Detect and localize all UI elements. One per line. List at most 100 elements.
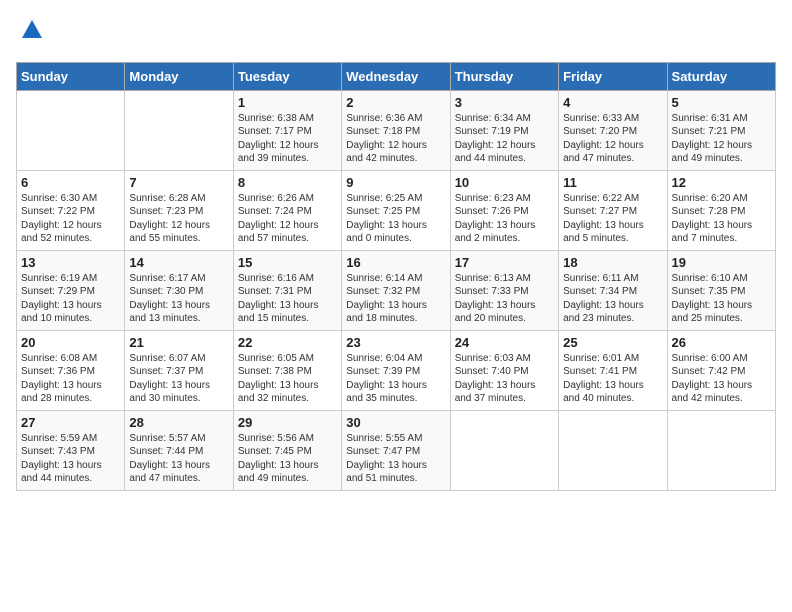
day-info: Sunrise: 6:17 AM Sunset: 7:30 PM Dayligh… xyxy=(129,272,228,326)
calendar-cell: 27 Sunrise: 5:59 AM Sunset: 7:43 PM Dayli… xyxy=(17,410,125,490)
day-info: Sunrise: 6:14 AM Sunset: 7:32 PM Dayligh… xyxy=(346,272,445,326)
calendar-cell: 8 Sunrise: 6:26 AM Sunset: 7:24 PM Daylig… xyxy=(233,170,341,250)
day-info: Sunrise: 6:23 AM Sunset: 7:26 PM Dayligh… xyxy=(455,192,554,246)
day-number: 13 xyxy=(21,255,120,270)
calendar-cell: 30Sunrise: 5:55 AM Sunset: 7:47 PM Dayli… xyxy=(342,410,450,490)
day-info: Sunrise: 6:19 AM Sunset: 7:29 PM Dayligh… xyxy=(21,272,120,326)
calendar-cell: 17Sunrise: 6:13 AM Sunset: 7:33 PM Dayli… xyxy=(450,250,558,330)
day-number: 22 xyxy=(238,335,337,350)
calendar-cell: 24 Sunrise: 6:03 AM Sunset: 7:40 PM Dayli… xyxy=(450,330,558,410)
col-header-saturday: Saturday xyxy=(667,62,775,90)
day-info: Sunrise: 5:59 AM Sunset: 7:43 PM Dayligh… xyxy=(21,432,120,486)
calendar-cell: 5 Sunrise: 6:31 AM Sunset: 7:21 PM Daylig… xyxy=(667,90,775,170)
day-info: Sunrise: 5:56 AM Sunset: 7:45 PM Dayligh… xyxy=(238,432,337,486)
calendar-cell: 29 Sunrise: 5:56 AM Sunset: 7:45 PM Dayli… xyxy=(233,410,341,490)
day-info: Sunrise: 6:22 AM Sunset: 7:27 PM Dayligh… xyxy=(563,192,662,246)
day-number: 26 xyxy=(672,335,771,350)
day-number: 11 xyxy=(563,175,662,190)
calendar-cell xyxy=(667,410,775,490)
calendar-cell: 9 Sunrise: 6:25 AM Sunset: 7:25 PM Daylig… xyxy=(342,170,450,250)
calendar-cell: 16Sunrise: 6:14 AM Sunset: 7:32 PM Dayli… xyxy=(342,250,450,330)
day-number: 27 xyxy=(21,415,120,430)
day-number: 18 xyxy=(563,255,662,270)
calendar-cell xyxy=(450,410,558,490)
day-info: Sunrise: 6:16 AM Sunset: 7:31 PM Dayligh… xyxy=(238,272,337,326)
calendar-cell: 28 Sunrise: 5:57 AM Sunset: 7:44 PM Dayli… xyxy=(125,410,233,490)
day-number: 23 xyxy=(346,335,445,350)
day-number: 9 xyxy=(346,175,445,190)
day-info: Sunrise: 6:00 AM Sunset: 7:42 PM Dayligh… xyxy=(672,352,771,406)
day-info: Sunrise: 6:04 AM Sunset: 7:39 PM Dayligh… xyxy=(346,352,445,406)
day-info: Sunrise: 6:31 AM Sunset: 7:21 PM Dayligh… xyxy=(672,112,771,166)
calendar-cell: 10 Sunrise: 6:23 AM Sunset: 7:26 PM Dayli… xyxy=(450,170,558,250)
day-info: Sunrise: 6:38 AM Sunset: 7:17 PM Dayligh… xyxy=(238,112,337,166)
calendar-cell: 11 Sunrise: 6:22 AM Sunset: 7:27 PM Dayli… xyxy=(559,170,667,250)
col-header-monday: Monday xyxy=(125,62,233,90)
page-header xyxy=(16,16,776,50)
day-number: 29 xyxy=(238,415,337,430)
day-number: 21 xyxy=(129,335,228,350)
day-info: Sunrise: 5:57 AM Sunset: 7:44 PM Dayligh… xyxy=(129,432,228,486)
day-info: Sunrise: 6:03 AM Sunset: 7:40 PM Dayligh… xyxy=(455,352,554,406)
calendar-cell: 23 Sunrise: 6:04 AM Sunset: 7:39 PM Dayli… xyxy=(342,330,450,410)
calendar-cell: 14 Sunrise: 6:17 AM Sunset: 7:30 PM Dayli… xyxy=(125,250,233,330)
calendar-cell: 20Sunrise: 6:08 AM Sunset: 7:36 PM Dayli… xyxy=(17,330,125,410)
day-number: 14 xyxy=(129,255,228,270)
calendar-week-4: 20Sunrise: 6:08 AM Sunset: 7:36 PM Dayli… xyxy=(17,330,776,410)
calendar-cell: 3 Sunrise: 6:34 AM Sunset: 7:19 PM Daylig… xyxy=(450,90,558,170)
day-number: 30 xyxy=(346,415,445,430)
day-number: 15 xyxy=(238,255,337,270)
day-number: 5 xyxy=(672,95,771,110)
day-info: Sunrise: 6:36 AM Sunset: 7:18 PM Dayligh… xyxy=(346,112,445,166)
day-number: 20 xyxy=(21,335,120,350)
day-number: 8 xyxy=(238,175,337,190)
day-number: 12 xyxy=(672,175,771,190)
col-header-wednesday: Wednesday xyxy=(342,62,450,90)
calendar-cell: 22 Sunrise: 6:05 AM Sunset: 7:38 PM Dayli… xyxy=(233,330,341,410)
calendar-cell: 15 Sunrise: 6:16 AM Sunset: 7:31 PM Dayli… xyxy=(233,250,341,330)
calendar-cell: 1 Sunrise: 6:38 AM Sunset: 7:17 PM Daylig… xyxy=(233,90,341,170)
day-info: Sunrise: 6:34 AM Sunset: 7:19 PM Dayligh… xyxy=(455,112,554,166)
day-number: 3 xyxy=(455,95,554,110)
calendar-cell: 21 Sunrise: 6:07 AM Sunset: 7:37 PM Dayli… xyxy=(125,330,233,410)
calendar-cell: 4Sunrise: 6:33 AM Sunset: 7:20 PM Daylig… xyxy=(559,90,667,170)
day-number: 19 xyxy=(672,255,771,270)
calendar-cell: 2 Sunrise: 6:36 AM Sunset: 7:18 PM Daylig… xyxy=(342,90,450,170)
day-number: 17 xyxy=(455,255,554,270)
day-number: 28 xyxy=(129,415,228,430)
day-info: Sunrise: 6:30 AM Sunset: 7:22 PM Dayligh… xyxy=(21,192,120,246)
day-number: 6 xyxy=(21,175,120,190)
col-header-thursday: Thursday xyxy=(450,62,558,90)
day-number: 25 xyxy=(563,335,662,350)
calendar-week-3: 13 Sunrise: 6:19 AM Sunset: 7:29 PM Dayli… xyxy=(17,250,776,330)
calendar-table: SundayMondayTuesdayWednesdayThursdayFrid… xyxy=(16,62,776,491)
calendar-cell xyxy=(559,410,667,490)
day-info: Sunrise: 6:25 AM Sunset: 7:25 PM Dayligh… xyxy=(346,192,445,246)
day-number: 24 xyxy=(455,335,554,350)
col-header-sunday: Sunday xyxy=(17,62,125,90)
calendar-cell xyxy=(17,90,125,170)
day-number: 10 xyxy=(455,175,554,190)
day-info: Sunrise: 6:07 AM Sunset: 7:37 PM Dayligh… xyxy=(129,352,228,406)
calendar-cell xyxy=(125,90,233,170)
day-number: 1 xyxy=(238,95,337,110)
calendar-cell: 25 Sunrise: 6:01 AM Sunset: 7:41 PM Dayli… xyxy=(559,330,667,410)
logo xyxy=(16,16,46,50)
calendar-week-2: 6 Sunrise: 6:30 AM Sunset: 7:22 PM Daylig… xyxy=(17,170,776,250)
day-info: Sunrise: 6:10 AM Sunset: 7:35 PM Dayligh… xyxy=(672,272,771,326)
day-info: Sunrise: 6:20 AM Sunset: 7:28 PM Dayligh… xyxy=(672,192,771,246)
col-header-friday: Friday xyxy=(559,62,667,90)
calendar-week-5: 27 Sunrise: 5:59 AM Sunset: 7:43 PM Dayli… xyxy=(17,410,776,490)
day-info: Sunrise: 6:26 AM Sunset: 7:24 PM Dayligh… xyxy=(238,192,337,246)
calendar-cell: 6 Sunrise: 6:30 AM Sunset: 7:22 PM Daylig… xyxy=(17,170,125,250)
day-info: Sunrise: 6:01 AM Sunset: 7:41 PM Dayligh… xyxy=(563,352,662,406)
day-number: 2 xyxy=(346,95,445,110)
day-info: Sunrise: 6:05 AM Sunset: 7:38 PM Dayligh… xyxy=(238,352,337,406)
day-info: Sunrise: 6:28 AM Sunset: 7:23 PM Dayligh… xyxy=(129,192,228,246)
calendar-cell: 18Sunrise: 6:11 AM Sunset: 7:34 PM Dayli… xyxy=(559,250,667,330)
day-info: Sunrise: 6:33 AM Sunset: 7:20 PM Dayligh… xyxy=(563,112,662,166)
calendar-cell: 7 Sunrise: 6:28 AM Sunset: 7:23 PM Daylig… xyxy=(125,170,233,250)
col-header-tuesday: Tuesday xyxy=(233,62,341,90)
day-number: 7 xyxy=(129,175,228,190)
header-row: SundayMondayTuesdayWednesdayThursdayFrid… xyxy=(17,62,776,90)
